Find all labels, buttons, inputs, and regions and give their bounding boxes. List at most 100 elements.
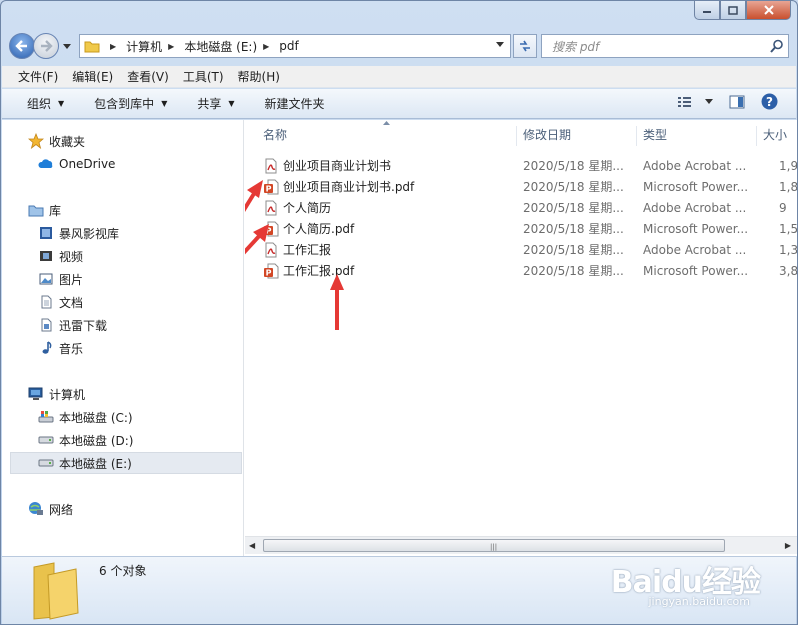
help-button[interactable]: ? — [761, 93, 778, 110]
maximize-icon — [728, 5, 738, 15]
file-row[interactable]: 个人简历 2020/5/18 星期... Adobe Acrobat ... 9 — [261, 197, 797, 218]
nav-favorites-label: 收藏夹 — [49, 134, 86, 149]
nav-lib-music[interactable]: 音乐 — [2, 337, 242, 359]
file-name: 个人简历 — [283, 201, 332, 215]
music-icon — [38, 340, 54, 356]
nav-lib-label: 文档 — [59, 295, 84, 310]
menu-file[interactable]: 文件(F) — [18, 68, 58, 85]
nav-favorites[interactable]: 收藏夹 — [2, 130, 242, 152]
chevron-down-icon[interactable] — [496, 42, 504, 47]
file-row[interactable]: 创业项目商业计划书 2020/5/18 星期... Adobe Acrobat ..… — [261, 155, 797, 176]
nav-drive-e[interactable]: 本地磁盘 (E:) — [10, 452, 242, 474]
file-row[interactable]: P 创业项目商业计划书.pdf 2020/5/18 星期... Microsoft P… — [261, 176, 797, 197]
column-header-size[interactable]: 大小 — [757, 126, 797, 146]
scrollbar-thumb[interactable]: ||| — [263, 539, 725, 552]
maximize-button[interactable] — [720, 1, 746, 20]
close-button[interactable] — [746, 1, 791, 20]
search-icon — [770, 39, 783, 53]
organize-label: 组织 — [27, 97, 52, 111]
back-button[interactable] — [9, 33, 35, 59]
file-list-pane: 名称 修改日期 类型 大小 创业项目商业计划书 2020/5/18 星期... Ad… — [245, 120, 797, 556]
scroll-right-icon[interactable]: ▶ — [785, 541, 791, 550]
new-folder-label: 新建文件夹 — [264, 97, 325, 111]
nav-drive-c[interactable]: 本地磁盘 (C:) — [2, 406, 242, 428]
breadcrumb-drive-e[interactable]: 本地磁盘 (E:) ▶ — [184, 38, 275, 55]
annotation-arrow — [330, 274, 344, 330]
item-count: 6 个对象 — [99, 564, 147, 578]
nav-onedrive[interactable]: OneDrive — [2, 153, 242, 175]
nav-drive-label: 本地磁盘 (E:) — [59, 456, 132, 471]
search-input[interactable]: 搜索 pdf — [541, 34, 789, 58]
folder-icon — [84, 41, 100, 53]
watermark-url: jingyan.baidu.com — [648, 595, 750, 608]
column-header-name[interactable]: 名称 — [245, 126, 517, 146]
organize-button[interactable]: 组织 ▼ — [27, 95, 64, 112]
column-header-type[interactable]: 类型 — [637, 126, 757, 146]
file-size: 3,8 — [779, 263, 797, 278]
file-row[interactable]: P 个人简历.pdf 2020/5/18 星期... Microsoft Power.… — [261, 218, 797, 239]
preview-pane-button[interactable] — [729, 95, 745, 109]
file-name-cell[interactable]: P 创业项目商业计划书.pdf — [263, 178, 414, 195]
nav-lib-videos[interactable]: 视频 — [2, 245, 242, 267]
file-date: 2020/5/18 星期... — [523, 159, 624, 173]
help-icon: ? — [761, 93, 778, 110]
file-size: 1,9 — [779, 158, 797, 173]
nav-computer-label: 计算机 — [49, 387, 86, 402]
file-row[interactable]: 工作汇报 2020/5/18 星期... Adobe Acrobat ... 1,3 — [261, 239, 797, 260]
refresh-icon — [520, 40, 530, 52]
navigation-pane: 收藏夹 OneDrive 库 暴风影视库 视频 图片 文档 迅雷下载 音乐 计算… — [2, 120, 244, 556]
nav-lib-xunlei[interactable]: 迅雷下载 — [2, 314, 242, 336]
recent-pages-dropdown[interactable] — [61, 36, 73, 56]
chevron-down-icon: ▼ — [228, 99, 235, 108]
refresh-button[interactable] — [513, 34, 537, 58]
sort-ascending-icon — [383, 121, 390, 125]
nav-lib-label: 暴风影视库 — [59, 226, 120, 241]
horizontal-scrollbar[interactable]: ◀ ||| ▶ — [245, 536, 797, 554]
include-in-library-label: 包含到库中 — [94, 97, 155, 111]
preview-pane-icon — [729, 95, 745, 108]
share-button[interactable]: 共享 ▼ — [197, 95, 234, 112]
nav-computer[interactable]: 计算机 — [2, 383, 242, 405]
address-bar[interactable]: ▶ 计算机 ▶ 本地磁盘 (E:) ▶ pdf — [79, 34, 511, 58]
nav-lib-pictures[interactable]: 图片 — [2, 268, 242, 290]
new-folder-button[interactable]: 新建文件夹 — [265, 95, 325, 112]
download-folder-icon — [38, 317, 54, 333]
scroll-left-icon[interactable]: ◀ — [249, 541, 255, 550]
nav-lib-label: 迅雷下载 — [59, 318, 108, 333]
file-type: Microsoft Power... — [643, 221, 749, 236]
computer-icon — [28, 386, 44, 402]
menu-bar: 文件(F) 编辑(E) 查看(V) 工具(T) 帮助(H) — [2, 66, 796, 88]
column-name-label: 名称 — [263, 128, 288, 142]
system-drive-icon — [38, 409, 54, 425]
film-icon — [38, 248, 54, 264]
file-type: Adobe Acrobat ... — [643, 242, 747, 257]
network-icon — [28, 501, 44, 517]
close-icon — [763, 5, 774, 15]
search-placeholder: 搜索 pdf — [552, 39, 600, 54]
breadcrumb-separator[interactable]: ▶ — [104, 42, 122, 51]
nav-lib-baofeng[interactable]: 暴风影视库 — [2, 222, 242, 244]
nav-drive-label: 本地磁盘 (D:) — [59, 433, 134, 448]
nav-libraries[interactable]: 库 — [2, 199, 242, 221]
change-view-button[interactable] — [677, 95, 713, 109]
nav-drive-d[interactable]: 本地磁盘 (D:) — [2, 429, 242, 451]
file-date: 2020/5/18 星期... — [523, 264, 624, 278]
command-bar: 组织 ▼ 包含到库中 ▼ 共享 ▼ 新建文件夹 ? — [2, 89, 796, 119]
include-in-library-button[interactable]: 包含到库中 ▼ — [94, 95, 167, 112]
breadcrumb-computer[interactable]: 计算机 ▶ — [126, 38, 180, 55]
column-header-modified[interactable]: 修改日期 — [517, 126, 637, 146]
nav-lib-documents[interactable]: 文档 — [2, 291, 242, 313]
nav-onedrive-label: OneDrive — [59, 157, 116, 171]
menu-edit[interactable]: 编辑(E) — [72, 68, 113, 85]
nav-network[interactable]: 网络 — [2, 498, 242, 520]
minimize-button[interactable] — [694, 1, 720, 20]
menu-tools[interactable]: 工具(T) — [183, 68, 224, 85]
menu-view[interactable]: 查看(V) — [127, 68, 169, 85]
minimize-icon — [703, 11, 711, 13]
forward-button[interactable] — [33, 33, 59, 59]
file-size: 1,8 — [779, 179, 797, 194]
menu-help[interactable]: 帮助(H) — [238, 68, 280, 85]
file-date: 2020/5/18 星期... — [523, 180, 624, 194]
column-size-label: 大小 — [763, 128, 788, 142]
breadcrumb-pdf[interactable]: pdf — [279, 39, 298, 53]
